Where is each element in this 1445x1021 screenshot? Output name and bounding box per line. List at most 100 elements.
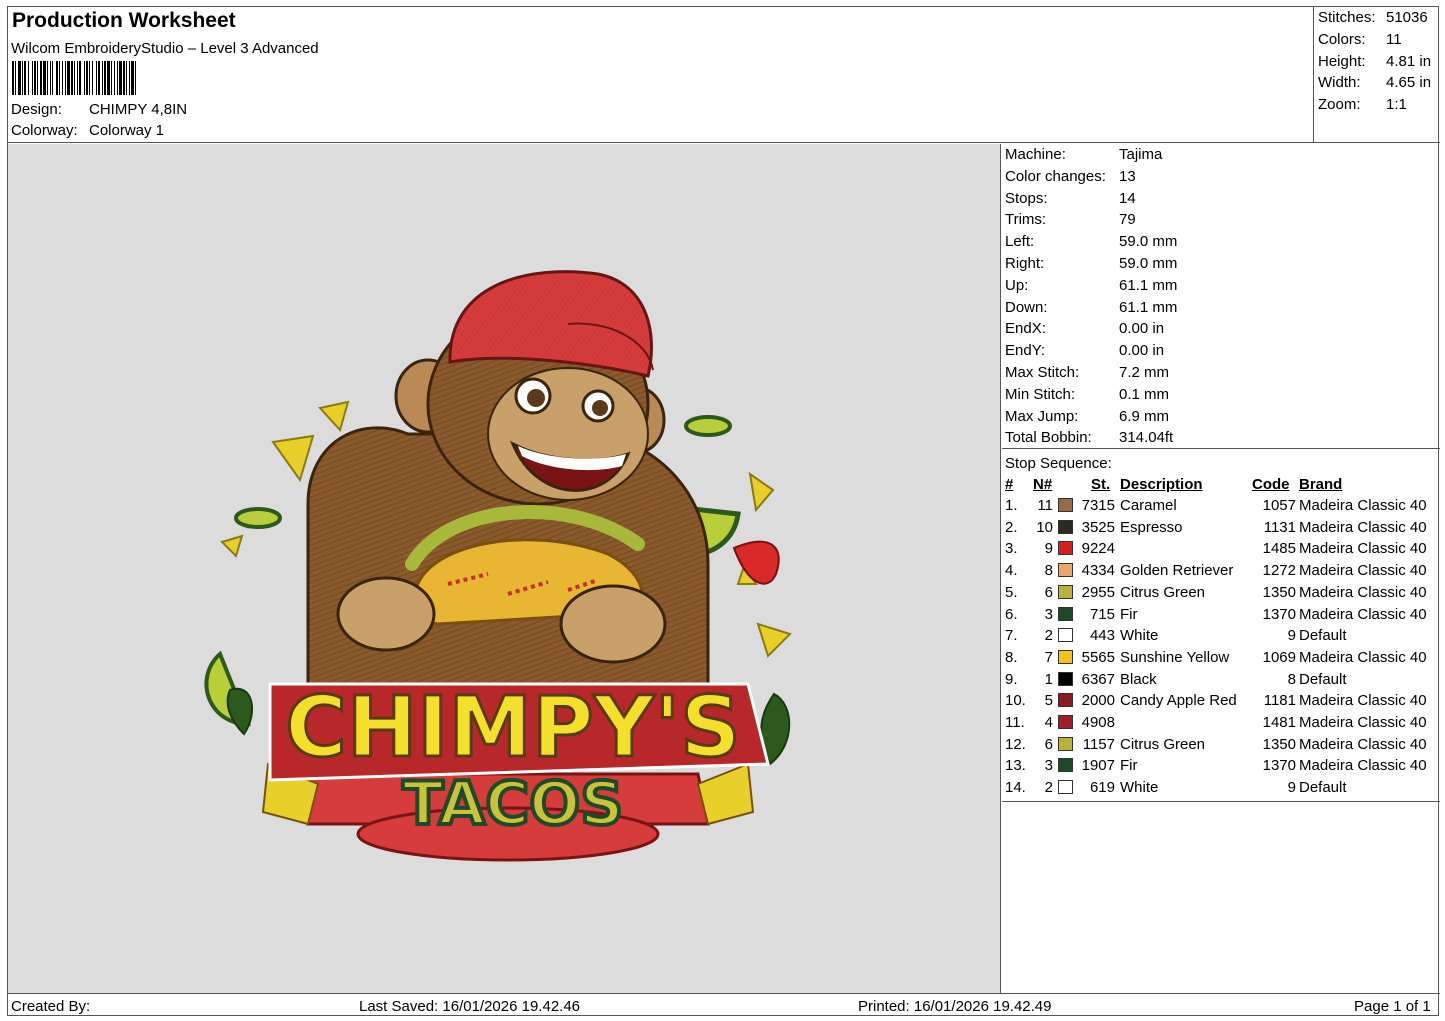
machine-info-label: Up: bbox=[1005, 276, 1029, 294]
worksheet-header: Production Worksheet Wilcom EmbroiderySt… bbox=[8, 7, 1440, 143]
machine-info-value: 314.04ft bbox=[1119, 429, 1174, 447]
stop-cell-code: 9 bbox=[1287, 627, 1296, 645]
stop-sequence-panel: Stop Sequence: # N# St. Description Code… bbox=[1002, 451, 1440, 802]
stop-cell-code: 1272 bbox=[1262, 562, 1296, 580]
thread-color-swatch bbox=[1058, 606, 1073, 621]
design-title-line1: CHIMPY'S bbox=[285, 678, 740, 776]
colorway-row: Colorway: Colorway 1 bbox=[11, 122, 164, 139]
stop-cell-needle: 10 bbox=[1036, 518, 1053, 536]
chip-shape bbox=[271, 434, 315, 483]
header-stat-row: Height: 4.81 in bbox=[1318, 53, 1440, 70]
thread-color-swatch bbox=[1058, 649, 1073, 664]
stop-cell-brand: Madeira Classic 40 bbox=[1299, 735, 1427, 753]
stop-cell-description: Fir bbox=[1120, 605, 1138, 623]
worksheet-title: Production Worksheet bbox=[12, 9, 236, 32]
stop-sequence-row: 3. 9 9224 1485 Madeira Classic 40 bbox=[1002, 540, 1440, 562]
machine-info-row: Min Stitch: 0.1 mm bbox=[1002, 386, 1440, 408]
stop-cell-brand: Madeira Classic 40 bbox=[1299, 692, 1427, 710]
stop-cell-brand: Madeira Classic 40 bbox=[1299, 757, 1427, 775]
page-number: Page 1 of 1 bbox=[1354, 998, 1431, 1015]
header-stat-value: 4.81 in bbox=[1386, 52, 1432, 70]
stop-cell-stop: 9. bbox=[1005, 670, 1018, 688]
stop-cell-needle: 3 bbox=[1044, 757, 1053, 775]
stop-cell-description: Sunshine Yellow bbox=[1120, 648, 1230, 666]
production-worksheet: Production Worksheet Wilcom EmbroiderySt… bbox=[7, 6, 1440, 1016]
header-stat-label: Zoom: bbox=[1318, 96, 1361, 114]
stop-cell-brand: Default bbox=[1299, 627, 1347, 645]
stop-cell-description: Citrus Green bbox=[1120, 583, 1206, 601]
header-stat-value: 1:1 bbox=[1386, 96, 1407, 114]
stop-cell-brand: Madeira Classic 40 bbox=[1299, 605, 1427, 623]
machine-info-value: 0.00 in bbox=[1119, 342, 1165, 360]
stop-cell-stop: 8. bbox=[1005, 648, 1018, 666]
stop-sequence-row: 2. 10 3525 Espresso 1131 Madeira Classic 40 bbox=[1002, 519, 1440, 541]
stop-cell-brand: Madeira Classic 40 bbox=[1299, 583, 1427, 601]
stop-cell-brand: Default bbox=[1299, 670, 1347, 688]
stop-cell-stitches: 3525 bbox=[1081, 518, 1115, 536]
stop-cell-stop: 4. bbox=[1005, 562, 1018, 580]
stop-cell-code: 1350 bbox=[1262, 735, 1296, 753]
last-saved: Last Saved: 16/01/2026 19.42.46 bbox=[359, 998, 581, 1015]
lime-shape bbox=[684, 415, 732, 437]
stop-sequence-row: 5. 6 2955 Citrus Green 1350 Madeira Classic 4… bbox=[1002, 584, 1440, 606]
thread-color-swatch bbox=[1058, 584, 1073, 599]
thread-color-swatch bbox=[1058, 715, 1073, 729]
header-stat-row: Width: 4.65 in bbox=[1318, 74, 1440, 91]
chip-shape bbox=[318, 400, 350, 433]
stop-cell-stitches: 2000 bbox=[1081, 692, 1115, 710]
stop-cell-description: Black bbox=[1120, 670, 1157, 688]
header-stat-row: Stitches: 51036 bbox=[1318, 9, 1440, 26]
embroidery-design-image: CHIMPY'S TACOS bbox=[204, 270, 792, 862]
stop-cell-code: 1057 bbox=[1262, 497, 1296, 514]
header-stat-label: Height: bbox=[1318, 52, 1366, 70]
machine-info-value: 14 bbox=[1119, 189, 1136, 207]
thread-color-swatch bbox=[1058, 736, 1073, 751]
stop-cell-stop: 12. bbox=[1005, 735, 1026, 753]
machine-info-value: 79 bbox=[1119, 211, 1136, 229]
stop-sequence-row: 12. 6 1157 Citrus Green 1350 Madeira Classic … bbox=[1002, 736, 1440, 758]
machine-info-label: Stops: bbox=[1005, 189, 1048, 207]
stop-cell-description: White bbox=[1120, 627, 1159, 645]
machine-info-row: Color changes: 13 bbox=[1002, 168, 1440, 190]
header-stat-label: Width: bbox=[1318, 74, 1361, 92]
stop-cell-stitches: 1907 bbox=[1081, 757, 1115, 775]
thread-color-swatch bbox=[1058, 498, 1073, 512]
machine-info-label: Right: bbox=[1005, 254, 1045, 272]
created-by: Created By: bbox=[11, 998, 91, 1015]
stop-sequence-row: 14. 2 619 White 9 Default bbox=[1002, 779, 1440, 801]
machine-info-value: 61.1 mm bbox=[1119, 276, 1178, 294]
stop-cell-stop: 3. bbox=[1005, 540, 1018, 558]
stop-cell-stitches: 4334 bbox=[1081, 562, 1115, 580]
chip-shape bbox=[756, 622, 792, 658]
stop-cell-needle: 5 bbox=[1044, 692, 1053, 710]
thread-color-swatch bbox=[1058, 563, 1073, 578]
machine-info-value: 61.1 mm bbox=[1119, 298, 1178, 316]
machine-info-row: Up: 61.1 mm bbox=[1002, 277, 1440, 299]
col-header-needle: N# bbox=[1033, 476, 1053, 493]
header-stat-row: Zoom: 1:1 bbox=[1318, 96, 1440, 113]
barcode-image bbox=[12, 61, 136, 95]
stop-cell-stop: 10. bbox=[1005, 692, 1026, 710]
stop-cell-stitches: 1157 bbox=[1082, 735, 1115, 753]
pepper-shape bbox=[226, 687, 254, 736]
machine-info-label: EndX: bbox=[1005, 320, 1046, 338]
machine-info-label: Down: bbox=[1005, 298, 1048, 316]
machine-info-label: Min Stitch: bbox=[1005, 385, 1076, 403]
machine-info-label: Total Bobbin: bbox=[1005, 429, 1092, 447]
machine-info-row: Stops: 14 bbox=[1002, 190, 1440, 212]
stop-cell-code: 1069 bbox=[1262, 648, 1296, 666]
stop-cell-stitches: 6367 bbox=[1081, 670, 1115, 688]
stop-cell-code: 1485 bbox=[1262, 540, 1296, 558]
stop-cell-needle: 2 bbox=[1044, 627, 1053, 645]
stop-cell-needle: 3 bbox=[1044, 605, 1053, 623]
stop-cell-code: 9 bbox=[1287, 779, 1296, 797]
stop-cell-brand: Madeira Classic 40 bbox=[1299, 518, 1427, 536]
machine-info-row: Down: 61.1 mm bbox=[1002, 299, 1440, 321]
thread-color-swatch bbox=[1058, 693, 1073, 708]
stop-cell-stop: 5. bbox=[1005, 583, 1018, 601]
design-label: Design: bbox=[11, 101, 62, 118]
machine-info-value: 6.9 mm bbox=[1119, 407, 1170, 425]
machine-info-label: Max Stitch: bbox=[1005, 363, 1080, 381]
stop-cell-needle: 4 bbox=[1044, 714, 1053, 731]
stop-cell-brand: Madeira Classic 40 bbox=[1299, 562, 1427, 580]
